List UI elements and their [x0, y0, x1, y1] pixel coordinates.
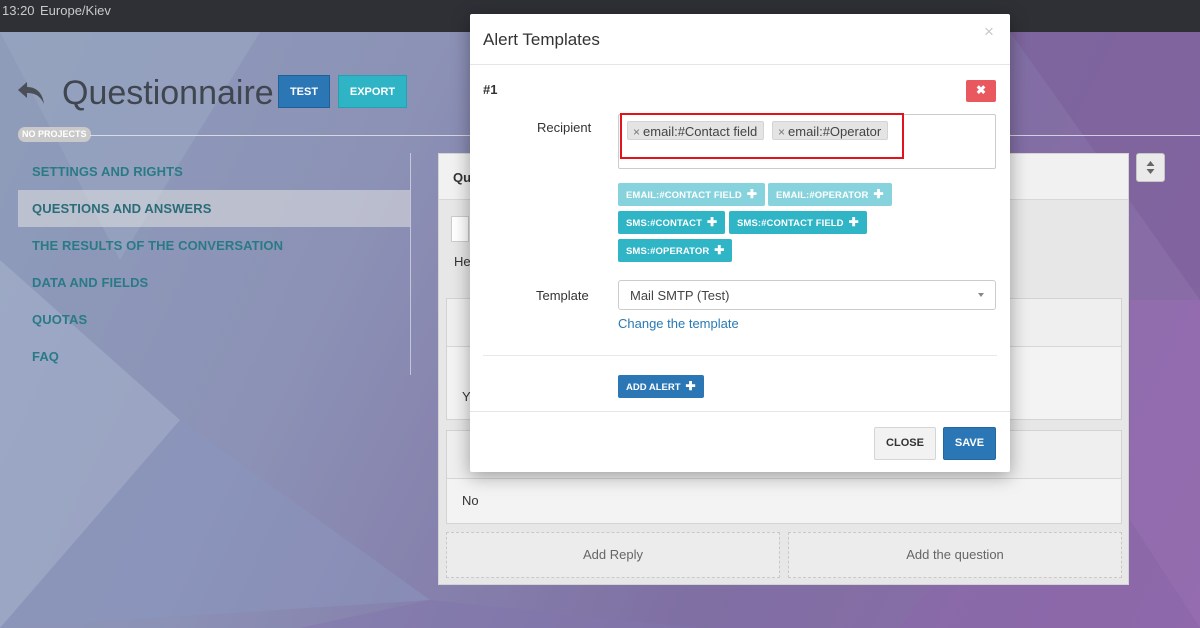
- recipient-option-label: EMAIL:#OPERATOR: [776, 190, 869, 201]
- sidebar-item-data-and-fields[interactable]: DATA AND FIELDS: [18, 264, 410, 301]
- sidebar-item-settings-and-rights[interactable]: SETTINGS AND RIGHTS: [18, 153, 410, 190]
- recipient-label: Recipient: [537, 120, 592, 135]
- test-button[interactable]: TEST: [278, 75, 330, 108]
- recipient-option-email-contact-field: EMAIL:#CONTACT FIELD ✚: [618, 183, 765, 206]
- delete-alert-button[interactable]: ✖: [966, 80, 996, 102]
- plus-icon: ✚: [714, 243, 725, 257]
- change-template-link[interactable]: Change the template: [618, 316, 739, 331]
- sidebar-divider: [410, 153, 411, 375]
- chevron-down-icon: [978, 293, 984, 297]
- save-button[interactable]: SAVE: [943, 427, 996, 460]
- alert-templates-modal: Alert Templates × #1 ✖ Recipient × email:…: [470, 14, 1010, 472]
- recipient-option-label: EMAIL:#CONTACT FIELD: [626, 190, 742, 201]
- recipient-option-label: SMS:#OPERATOR: [626, 246, 710, 257]
- add-alert-button[interactable]: ADD ALERT ✚: [618, 375, 704, 398]
- no-projects-badge: NO PROJECTS: [18, 127, 91, 142]
- modal-divider: [483, 355, 997, 356]
- modal-title: Alert Templates: [483, 30, 600, 49]
- highlight-frame: [620, 113, 904, 159]
- recipient-option-email-operator: EMAIL:#OPERATOR ✚: [768, 183, 892, 206]
- sort-icon: [1146, 161, 1155, 174]
- plus-icon: ✚: [746, 187, 757, 201]
- sidebar-item-quotas[interactable]: QUOTAS: [18, 301, 410, 338]
- sidebar-nav: SETTINGS AND RIGHTS QUESTIONS AND ANSWER…: [18, 153, 410, 375]
- modal-header: Alert Templates ×: [470, 14, 1010, 65]
- question-text: He: [454, 254, 471, 269]
- panel-title: Qu: [453, 170, 472, 185]
- recipient-option-label: SMS:#CONTACT: [626, 218, 702, 229]
- add-alert-label: ADD ALERT: [626, 382, 681, 393]
- timezone: Europe/Kiev: [40, 3, 111, 18]
- modal-close-icon[interactable]: ×: [984, 22, 994, 42]
- recipient-option-sms-contact[interactable]: SMS:#CONTACT ✚: [618, 211, 726, 234]
- plus-icon: ✚: [873, 187, 884, 201]
- alert-number: #1: [483, 82, 498, 97]
- sidebar-item-questions-and-answers[interactable]: QUESTIONS AND ANSWERS: [18, 190, 410, 227]
- recipient-option-label: SMS:#CONTACT FIELD: [737, 218, 844, 229]
- delete-icon: ✖: [975, 83, 987, 97]
- close-button[interactable]: CLOSE: [874, 427, 936, 460]
- template-select[interactable]: Mail SMTP (Test): [618, 280, 996, 310]
- template-select-value: Mail SMTP (Test): [630, 288, 730, 303]
- sidebar-item-faq[interactable]: FAQ: [18, 338, 410, 375]
- plus-icon: ✚: [848, 215, 859, 229]
- page-title: Questionnaire: [62, 74, 274, 112]
- sidebar-item-results-of-conversation[interactable]: THE RESULTS OF THE CONVERSATION: [18, 227, 410, 264]
- answer-text: No: [462, 493, 479, 508]
- export-button[interactable]: EXPORT: [338, 75, 407, 108]
- add-question-button[interactable]: Add the question: [788, 532, 1122, 578]
- recipient-option-sms-contact-field[interactable]: SMS:#CONTACT FIELD ✚: [729, 211, 867, 234]
- back-arrow-icon[interactable]: [16, 80, 46, 106]
- modal-footer: CLOSE SAVE: [470, 411, 1010, 472]
- recipient-option-sms-operator[interactable]: SMS:#OPERATOR ✚: [618, 239, 733, 262]
- template-label: Template: [536, 288, 589, 303]
- add-reply-button[interactable]: Add Reply: [446, 532, 780, 578]
- audio-button[interactable]: [451, 216, 469, 242]
- clock: 13:20: [2, 3, 35, 18]
- plus-icon: ✚: [706, 215, 718, 229]
- plus-icon: ✚: [685, 379, 696, 393]
- sort-button[interactable]: [1136, 153, 1165, 182]
